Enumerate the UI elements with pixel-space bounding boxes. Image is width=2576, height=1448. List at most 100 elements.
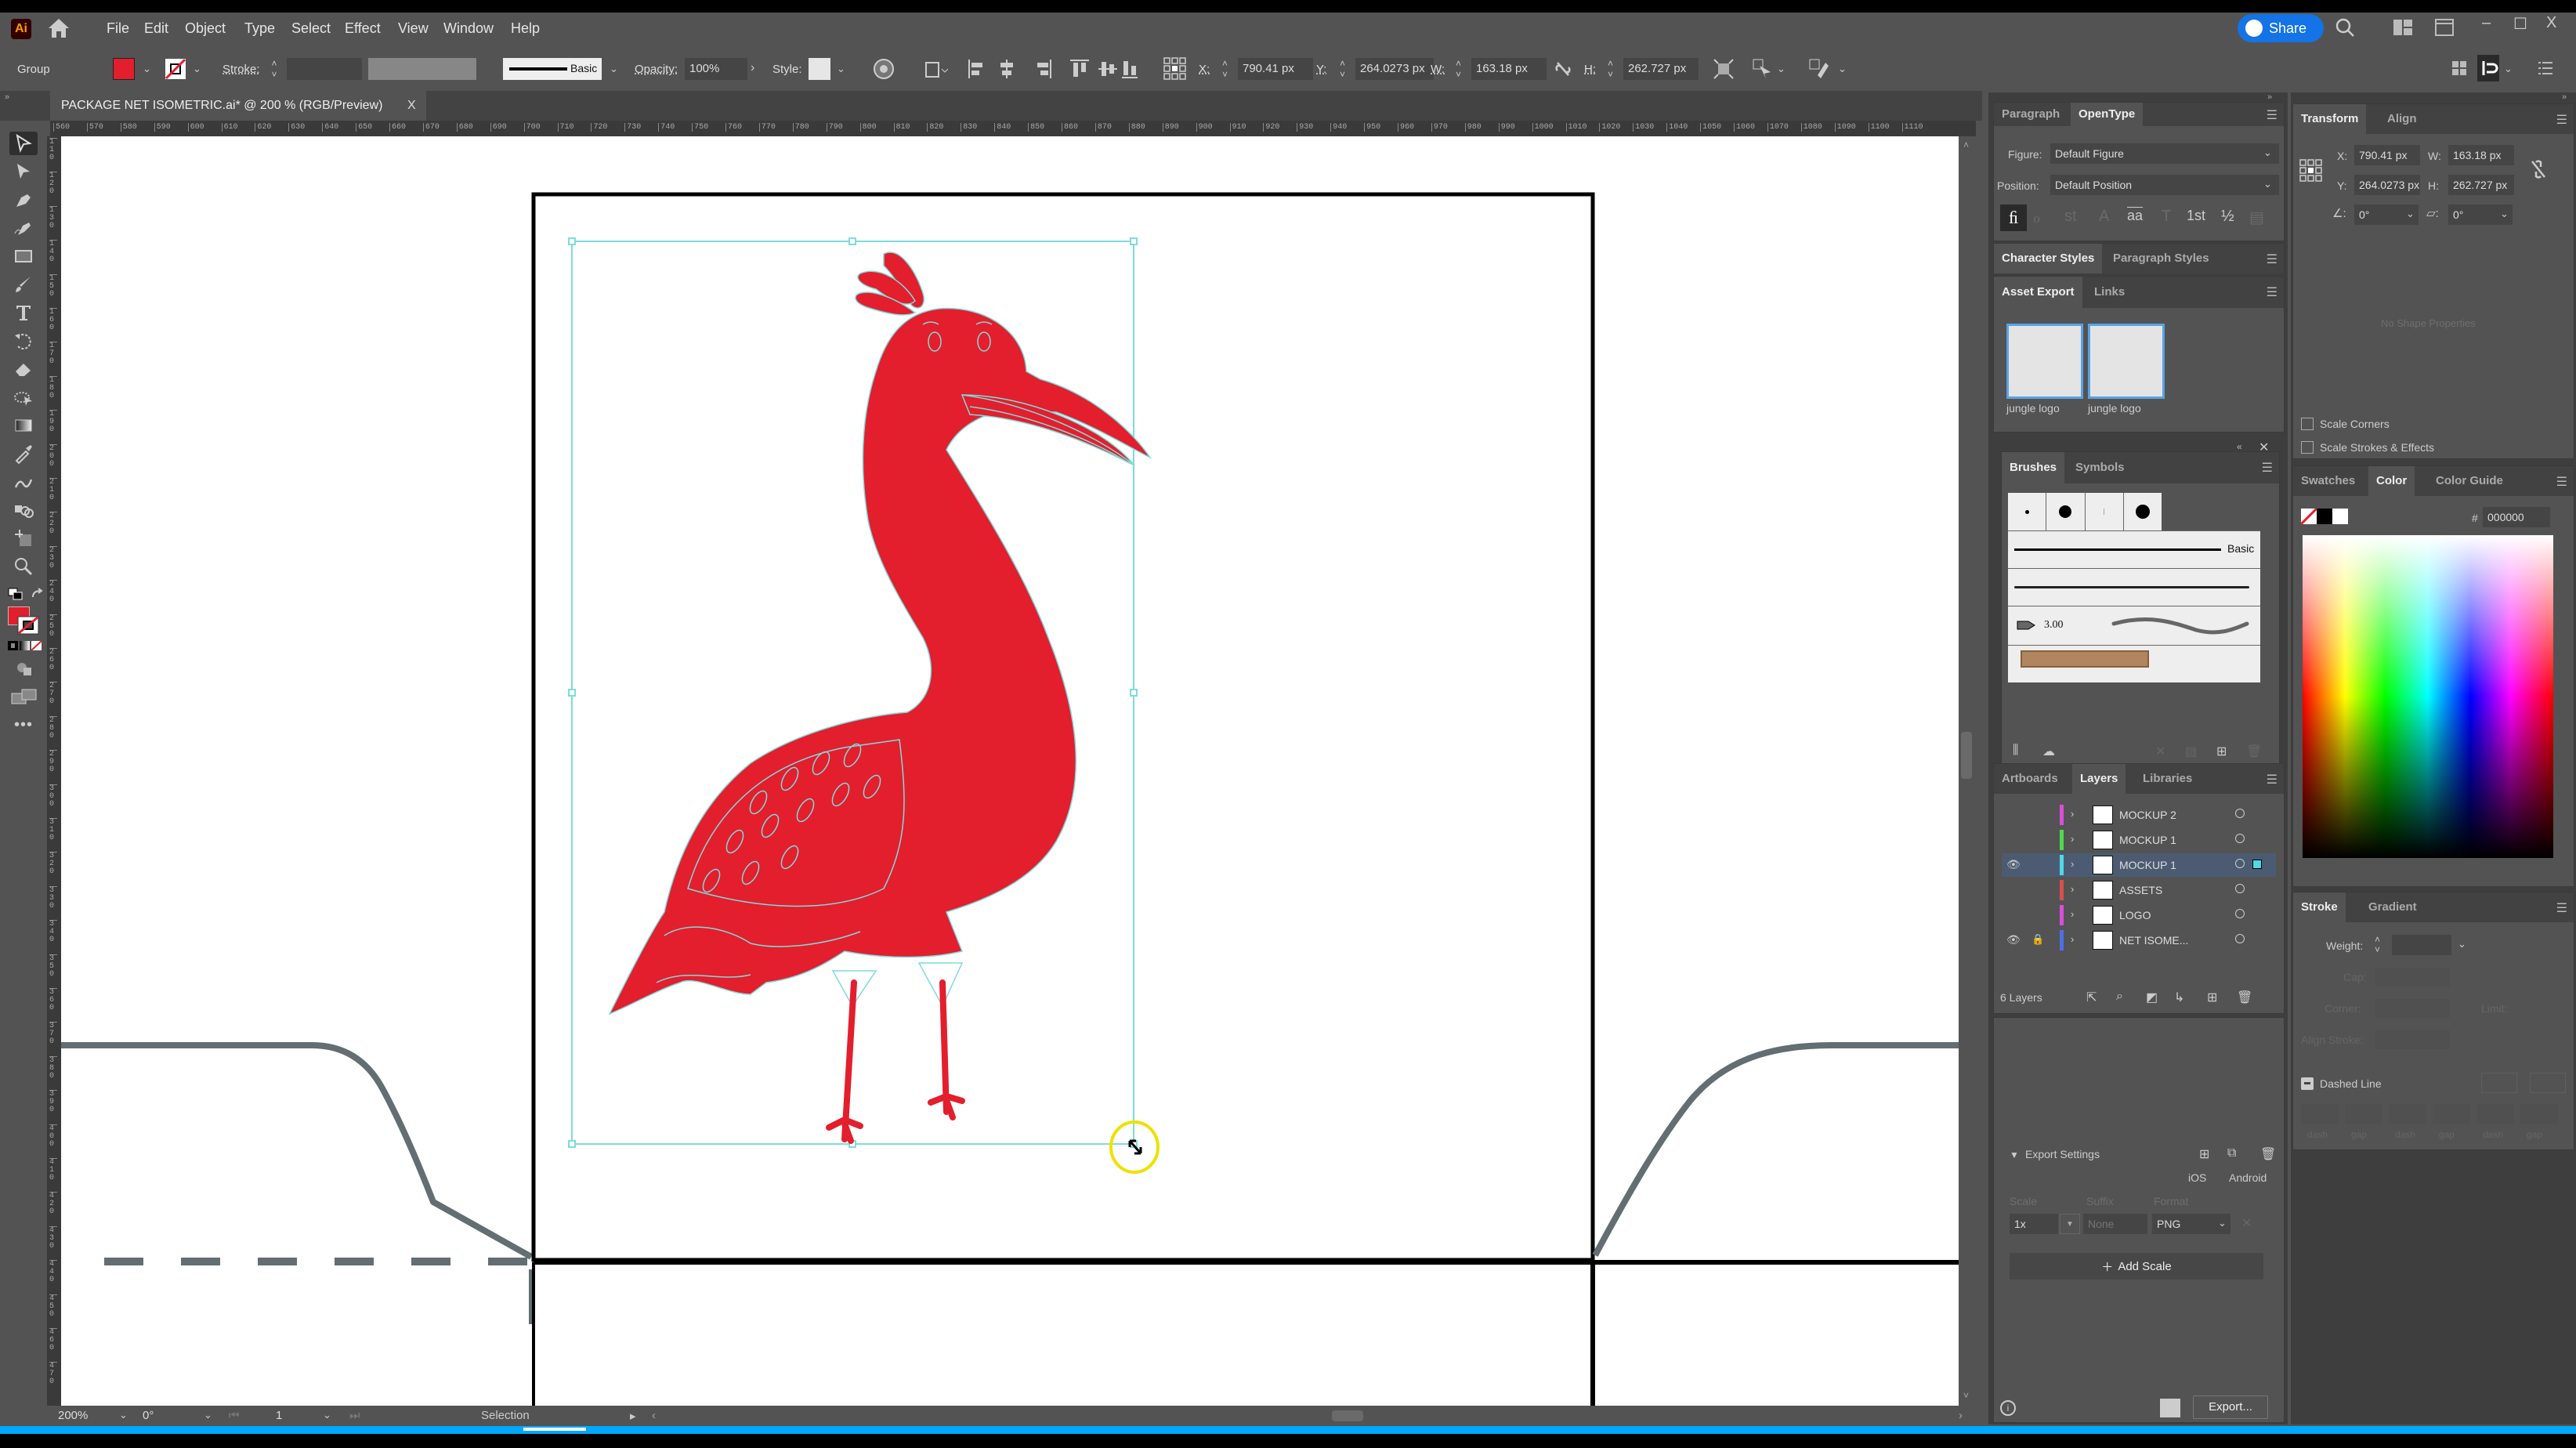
discretionary-ligatures-button[interactable]: st [2064, 208, 2077, 226]
puppet-chevron-icon[interactable]: ⌄ [1777, 63, 1785, 75]
rotation-chevron-icon[interactable]: ⌄ [204, 1409, 212, 1421]
tab-libraries[interactable]: Libraries [2135, 764, 2200, 794]
new-brush-icon[interactable]: ⊞ [2216, 744, 2227, 759]
dash-gap-field[interactable] [2520, 1104, 2558, 1124]
recolor-artwork-icon[interactable] [873, 58, 895, 80]
ios-preset-button[interactable]: iOS [2188, 1171, 2206, 1184]
asset-thumbnail[interactable] [2088, 324, 2165, 399]
x-stepper[interactable]: ˄ ˅ [1222, 58, 1228, 80]
layer-row[interactable]: 👁 🔒 › NET ISOME... [2002, 929, 2276, 952]
menu-edit[interactable]: Edit [144, 20, 168, 37]
horizontal-ruler[interactable]: 560 570 580 590 600 610 620 630 640 650 660 670 680 6… [50, 121, 1976, 136]
target-circle-icon[interactable] [2235, 909, 2245, 918]
home-icon[interactable] [47, 17, 71, 39]
color-spectrum[interactable] [2303, 535, 2553, 858]
paintbrush-tool[interactable] [9, 273, 38, 296]
dash-exact-button[interactable] [2481, 1073, 2517, 1093]
scroll-down-icon[interactable]: ˅ [1963, 1390, 1969, 1401]
visibility-eye-icon[interactable] [2006, 833, 2024, 847]
lock-icon[interactable] [2031, 858, 2044, 872]
h-field[interactable]: 262.727 px [1623, 58, 1699, 80]
tab-color[interactable]: Color [2368, 466, 2415, 496]
cap-buttons[interactable] [2375, 968, 2450, 986]
tab-artboards[interactable]: Artboards [1994, 764, 2066, 794]
puppet-warp-tool[interactable] [9, 470, 38, 494]
tab-stroke[interactable]: Stroke [2293, 892, 2346, 922]
tab-gradient[interactable]: Gradient [2361, 892, 2425, 922]
tab-paragraph-styles[interactable]: Paragraph Styles [2105, 244, 2217, 273]
format-chevron-icon[interactable]: ⌄ [2218, 1217, 2227, 1229]
new-layer-icon[interactable]: ⊞ [2207, 990, 2217, 1005]
layer-name[interactable]: LOGO [2119, 909, 2151, 921]
scale-field[interactable]: 1x [2010, 1214, 2058, 1234]
locate-object-icon[interactable]: ⌕ [2116, 990, 2123, 1004]
layers-panel-menu-icon[interactable]: ☰ [2267, 772, 2278, 787]
titling-alternates-button[interactable]: T [2162, 208, 2171, 226]
swap-fill-stroke-icon[interactable] [30, 588, 45, 600]
tab-character-styles[interactable]: Character Styles [1994, 244, 2103, 273]
gradient-tool[interactable] [9, 414, 38, 437]
tab-layers[interactable]: Layers [2072, 764, 2126, 794]
suffix-input[interactable] [2083, 1214, 2147, 1234]
swash-button[interactable]: A [2099, 208, 2109, 226]
menu-window[interactable]: Window [443, 20, 494, 37]
shape-builder-tool[interactable] [9, 386, 38, 409]
tab-brushes[interactable]: Brushes [2002, 452, 2065, 483]
transform-y-field[interactable]: 264.0273 px [2354, 175, 2420, 195]
remove-stroke-icon[interactable]: ✕ [2155, 744, 2165, 759]
expand-chevron-icon[interactable]: › [2071, 933, 2074, 945]
status-menu-arrow-icon[interactable]: ▸ [630, 1409, 636, 1423]
color-mode-buttons[interactable] [8, 641, 42, 650]
dash-gap-field[interactable] [2345, 1104, 2382, 1124]
default-fill-stroke-icon[interactable] [8, 588, 24, 600]
info-icon[interactable]: i [2000, 1400, 2016, 1416]
lock-icon[interactable] [2031, 908, 2044, 922]
vertical-scrollbar[interactable]: ˄ ˅ [1959, 136, 1976, 1406]
artboard-chevron-icon[interactable]: ⌄ [323, 1409, 331, 1421]
delete-brush-icon[interactable]: 🗑 [2246, 744, 2262, 759]
proportional-button[interactable]: ▤ [2249, 208, 2264, 227]
target-circle-icon[interactable] [2235, 884, 2245, 893]
delete-layer-icon[interactable]: 🗑 [2237, 990, 2252, 1005]
edit-shape-icon[interactable] [1807, 56, 1830, 80]
standard-ligatures-button[interactable]: ﬁ [2000, 205, 2027, 231]
brush-options-icon[interactable]: ▤ [2185, 744, 2197, 759]
brush-pattern[interactable] [2008, 645, 2260, 682]
share-button[interactable]: Share [2238, 14, 2324, 42]
selection-tool[interactable] [9, 132, 38, 155]
cc-libraries-icon[interactable]: ☁ [2042, 744, 2055, 759]
menu-effect[interactable]: Effect [345, 20, 381, 37]
layer-row[interactable]: › MOCKUP 2 [2002, 803, 2276, 827]
lock-icon[interactable] [2031, 883, 2044, 897]
target-circle-icon[interactable] [2235, 809, 2245, 818]
zoom-tool[interactable] [9, 555, 38, 578]
new-sublayer-icon[interactable]: ↳ [2174, 990, 2184, 1005]
layer-name[interactable]: MOCKUP 1 [2119, 859, 2176, 871]
eraser-tool[interactable] [9, 357, 38, 381]
visibility-eye-icon[interactable] [2006, 808, 2024, 822]
color-quick-swatches[interactable] [2301, 509, 2348, 524]
figure-chevron-icon[interactable]: ⌄ [2263, 147, 2272, 159]
blend-tool[interactable] [9, 498, 38, 522]
figure-select[interactable]: Default Figure [2050, 143, 2279, 164]
brushes-panel-menu-icon[interactable]: ☰ [2262, 460, 2273, 476]
direct-selection-tool[interactable] [9, 160, 38, 183]
expand-chevron-icon[interactable]: › [2071, 883, 2074, 895]
position-select[interactable]: Default Position [2050, 175, 2279, 195]
graphic-style-swatch[interactable] [809, 58, 830, 80]
stroke-none-swatch[interactable] [165, 58, 186, 80]
vertical-scroll-thumb[interactable] [1961, 732, 1972, 779]
zoom-chevron-icon[interactable]: ⌄ [119, 1409, 128, 1421]
target-circle-icon[interactable] [2235, 834, 2245, 843]
target-circle-icon[interactable] [2235, 934, 2245, 943]
lock-icon[interactable] [2031, 833, 2044, 847]
edit-toolbar-button[interactable]: ••• [14, 716, 33, 734]
visibility-eye-icon[interactable] [2006, 908, 2024, 922]
pen-tool[interactable] [9, 188, 38, 212]
transform-h-field[interactable]: 262.727 px [2448, 175, 2514, 195]
layer-name[interactable]: MOCKUP 2 [2119, 809, 2176, 821]
search-icon[interactable] [2335, 17, 2355, 38]
menu-type[interactable]: Type [244, 20, 275, 37]
constrain-proportions-icon[interactable] [1554, 61, 1572, 77]
collect-export-icon[interactable]: ⇱ [2086, 990, 2097, 1005]
